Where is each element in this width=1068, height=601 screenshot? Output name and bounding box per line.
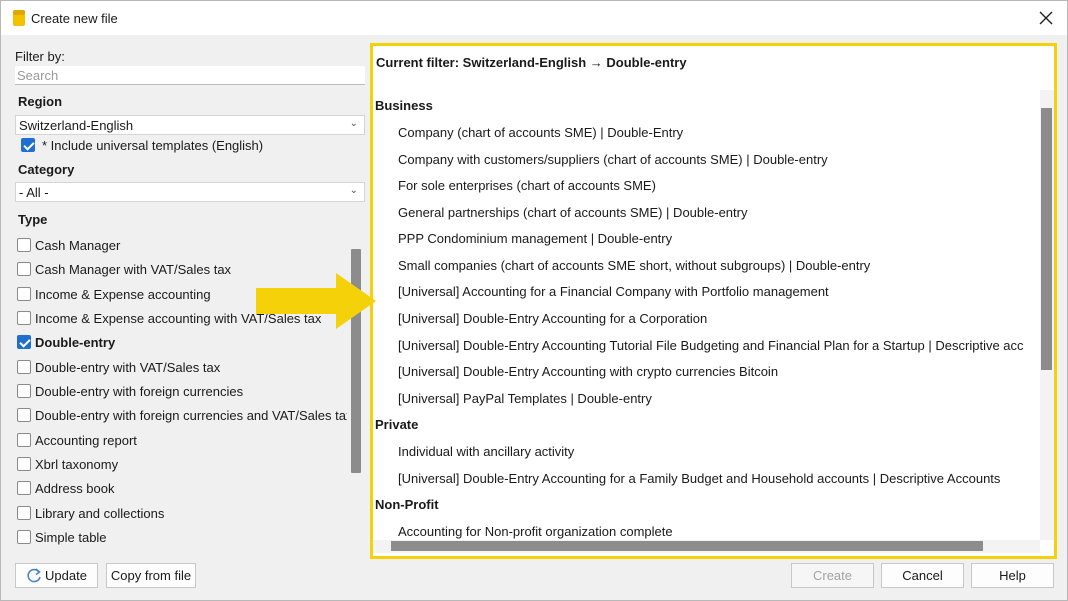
- refresh-icon: [27, 567, 41, 582]
- template-item[interactable]: [Universal] PayPal Templates | Double-en…: [398, 391, 652, 406]
- group-header-non-profit: Non-Profit: [375, 497, 439, 512]
- type-option-label: Double-entry: [35, 335, 116, 350]
- template-item[interactable]: [Universal] Double-Entry Accounting for …: [398, 471, 1000, 486]
- template-item[interactable]: Individual with ancillary activity: [398, 444, 574, 459]
- type-checkbox[interactable]: [17, 384, 31, 398]
- app-icon: [13, 10, 25, 26]
- type-option[interactable]: Simple table: [17, 527, 347, 549]
- include-universal-label: * Include universal templates (English): [42, 138, 264, 153]
- type-checkbox[interactable]: [17, 335, 31, 349]
- type-option[interactable]: Accounting report: [17, 430, 347, 452]
- template-panel: Current filter: Switzerland-English → Do…: [370, 43, 1057, 559]
- type-option-label: Cash Manager: [35, 238, 121, 253]
- type-option[interactable]: Address book: [17, 478, 347, 500]
- type-option-label: Double-entry with VAT/Sales tax: [35, 360, 221, 375]
- group-header-private: Private: [375, 417, 419, 432]
- cancel-button[interactable]: Cancel: [881, 563, 964, 588]
- type-option[interactable]: Double-entry: [17, 332, 347, 354]
- type-option-label: Cash Manager with VAT/Sales tax: [35, 262, 232, 277]
- type-option-label: Xbrl taxonomy: [35, 457, 119, 472]
- template-item[interactable]: [Universal] Double-Entry Accounting for …: [398, 311, 707, 326]
- update-button-label: Update: [45, 568, 87, 583]
- type-checkbox[interactable]: [17, 311, 31, 325]
- category-label: Category: [18, 162, 75, 177]
- type-option-label: Double-entry with foreign currencies: [35, 384, 244, 399]
- template-item[interactable]: [Universal] Double-Entry Accounting with…: [398, 364, 778, 379]
- type-option-label: Library and collections: [35, 506, 165, 521]
- type-option[interactable]: Cash Manager: [17, 235, 347, 257]
- type-option[interactable]: Double-entry with foreign currencies and…: [17, 405, 347, 427]
- create-button-label: Create: [812, 568, 853, 583]
- update-button[interactable]: Update: [15, 563, 98, 588]
- type-option[interactable]: Double-entry with foreign currencies: [17, 381, 347, 403]
- region-label: Region: [18, 94, 63, 109]
- type-option-label: Simple table: [35, 530, 107, 545]
- template-list-vertical-scrollbar[interactable]: [1040, 90, 1054, 540]
- horizontal-scroll-thumb[interactable]: [391, 541, 983, 551]
- filter-by-label: Filter by:: [15, 49, 65, 64]
- cancel-button-label: Cancel: [902, 568, 943, 583]
- help-button[interactable]: Help: [971, 563, 1054, 588]
- type-option-label: Income & Expense accounting: [35, 287, 211, 302]
- type-checkbox[interactable]: [17, 238, 31, 252]
- type-option-label: Accounting report: [35, 433, 137, 448]
- region-select[interactable]: Switzerland-English ⌄: [15, 115, 365, 135]
- create-button[interactable]: Create: [791, 563, 874, 588]
- type-checkbox[interactable]: [17, 287, 31, 301]
- vertical-scroll-thumb[interactable]: [1041, 108, 1052, 370]
- type-checkbox[interactable]: [17, 506, 31, 520]
- template-item[interactable]: PPP Condominium management | Double-entr…: [398, 231, 672, 246]
- close-icon: [1039, 11, 1053, 25]
- type-option-label: Double-entry with foreign currencies and…: [35, 408, 347, 423]
- help-button-label: Help: [999, 568, 1026, 583]
- category-select-value: - All -: [19, 185, 49, 200]
- template-item[interactable]: Company with customers/suppliers (chart …: [398, 152, 828, 167]
- chevron-down-icon: ⌄: [349, 118, 358, 129]
- template-item[interactable]: Company (chart of accounts SME) | Double…: [398, 125, 683, 140]
- create-new-file-dialog: Create new file Filter by: Region Switze…: [0, 0, 1068, 601]
- title-bar: Create new file: [1, 1, 1067, 35]
- category-select[interactable]: - All - ⌄: [15, 182, 365, 202]
- window-title: Create new file: [31, 11, 118, 26]
- template-item[interactable]: [Universal] Double-Entry Accounting Tuto…: [398, 338, 1024, 353]
- type-option[interactable]: Double-entry with VAT/Sales tax: [17, 357, 347, 379]
- type-checkbox[interactable]: [17, 262, 31, 276]
- copy-from-file-label: Copy from file: [110, 568, 192, 583]
- close-button[interactable]: [1033, 5, 1059, 31]
- type-label: Type: [18, 212, 48, 227]
- copy-from-file-button[interactable]: Copy from file: [106, 563, 196, 588]
- search-input[interactable]: [15, 66, 365, 85]
- template-item[interactable]: Accounting for Non-profit organization c…: [398, 524, 673, 539]
- template-item[interactable]: Small companies (chart of accounts SME s…: [398, 258, 870, 273]
- template-item[interactable]: General partnerships (chart of accounts …: [398, 205, 747, 220]
- type-option[interactable]: Library and collections: [17, 503, 347, 525]
- current-filter-label: Current filter: Switzerland-English → Do…: [376, 55, 687, 70]
- region-select-value: Switzerland-English: [19, 118, 134, 133]
- template-list-horizontal-scrollbar[interactable]: [373, 540, 1040, 553]
- type-checkbox[interactable]: [17, 530, 31, 544]
- include-universal-checkbox[interactable]: [21, 138, 35, 152]
- type-option[interactable]: Xbrl taxonomy: [17, 454, 347, 476]
- right-arrow-icon: [256, 273, 376, 329]
- type-option-label: Address book: [35, 481, 115, 496]
- type-checkbox[interactable]: [17, 457, 31, 471]
- template-item[interactable]: For sole enterprises (chart of accounts …: [398, 178, 656, 193]
- group-header-business: Business: [375, 98, 433, 113]
- chevron-down-icon: ⌄: [349, 185, 358, 196]
- type-checkbox[interactable]: [17, 408, 31, 422]
- type-checkbox[interactable]: [17, 433, 31, 447]
- template-list: Business Company (chart of accounts SME)…: [373, 90, 1039, 540]
- type-checkbox[interactable]: [17, 360, 31, 374]
- type-checkbox[interactable]: [17, 481, 31, 495]
- template-item[interactable]: [Universal] Accounting for a Financial C…: [398, 284, 829, 299]
